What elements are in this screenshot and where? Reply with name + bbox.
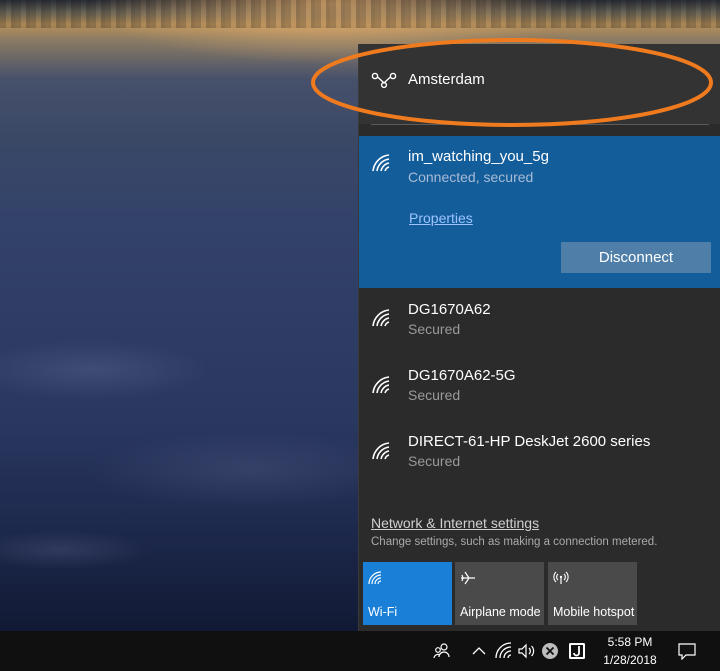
network-name: DG1670A62 xyxy=(408,301,491,318)
people-icon[interactable] xyxy=(432,641,452,661)
volume-icon[interactable] xyxy=(517,641,537,661)
vpn-connection-item[interactable]: Amsterdam xyxy=(359,44,720,124)
notification-icon[interactable] xyxy=(678,642,696,660)
tile-label: Airplane mode xyxy=(460,605,541,619)
app-j-icon[interactable] xyxy=(567,641,587,661)
tile-label: Mobile hotspot xyxy=(553,605,635,619)
disconnect-button[interactable]: Disconnect xyxy=(561,242,711,273)
wifi-icon xyxy=(368,571,382,585)
wifi-icon xyxy=(372,376,390,394)
vpn-icon xyxy=(371,72,397,89)
network-item[interactable]: DG1670A62 Secured xyxy=(359,290,720,356)
x-circle-icon[interactable] xyxy=(540,641,560,661)
chevron-up-icon[interactable] xyxy=(469,641,489,661)
wifi-icon xyxy=(372,442,390,460)
wifi-icon xyxy=(372,154,390,172)
network-status: Secured xyxy=(408,321,461,337)
mobile-hotspot-tile[interactable]: Mobile hotspot xyxy=(548,562,637,625)
network-settings-description: Change settings, such as making a connec… xyxy=(371,536,658,548)
wifi-icon xyxy=(372,309,390,327)
taskbar: 5:58 PM 1/28/2018 xyxy=(0,631,720,671)
network-name: DG1670A62-5G xyxy=(408,367,516,384)
divider xyxy=(371,124,709,125)
network-item[interactable]: DG1670A62-5G Secured xyxy=(359,357,720,423)
quick-actions: Wi-Fi Airplane mode Mobile hotspot xyxy=(363,562,643,626)
wifi-toggle-tile[interactable]: Wi-Fi xyxy=(363,562,452,625)
network-name: DIRECT-61-HP DeskJet 2600 series xyxy=(408,433,651,450)
tile-label: Wi-Fi xyxy=(368,605,398,619)
taskbar-clock[interactable]: 5:58 PM 1/28/2018 xyxy=(598,634,662,668)
airplane-icon xyxy=(461,571,475,585)
hotspot-icon xyxy=(553,571,569,584)
clock-time: 5:58 PM xyxy=(607,635,653,649)
properties-link[interactable]: Properties xyxy=(409,210,473,226)
network-settings-link[interactable]: Network & Internet settings xyxy=(371,515,539,531)
airplane-mode-tile[interactable]: Airplane mode xyxy=(455,562,544,625)
network-name: im_watching_you_5g xyxy=(408,148,549,165)
network-flyout: Amsterdam im_watching_you_5g Connected, … xyxy=(358,44,720,631)
network-status: Secured xyxy=(408,387,461,403)
vpn-name: Amsterdam xyxy=(408,71,485,88)
network-icon[interactable] xyxy=(494,641,514,661)
network-status: Secured xyxy=(408,453,461,469)
network-status: Connected, secured xyxy=(408,169,534,185)
network-item[interactable]: DIRECT-61-HP DeskJet 2600 series Secured xyxy=(359,423,720,489)
clock-date: 1/28/2018 xyxy=(603,653,657,667)
